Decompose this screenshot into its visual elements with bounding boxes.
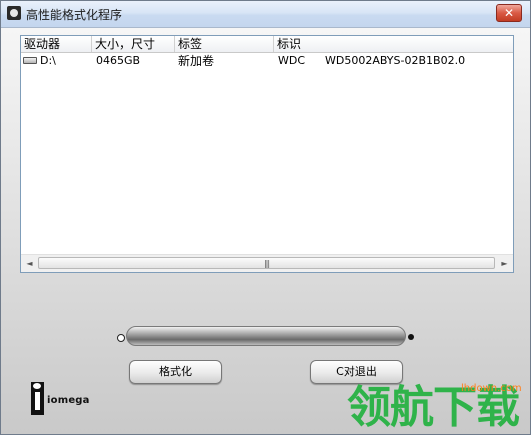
title-bar: 高性能格式化程序 ✕ [1,1,530,28]
drive-letter: D:\ [40,54,56,67]
scroll-left-arrow-icon[interactable]: ◄ [21,255,38,272]
logo-text: iomega [47,395,90,406]
column-header-drive[interactable]: 驱动器 [21,36,92,52]
drive-label: 新加卷 [178,54,215,68]
format-button[interactable]: 格式化 [129,360,222,384]
drive-size: 0465GB [96,54,141,67]
iomega-logo-mark-icon [31,382,44,415]
drive-model: WD5002ABYS-02B1B02.0 [325,54,466,67]
hard-drive-icon [23,57,37,64]
close-button[interactable]: ✕ [496,4,522,22]
list-item[interactable]: D:\ 0465GB 新加卷 WDC WD5002ABYS-02B1B02.0 [21,53,513,69]
window-title: 高性能格式化程序 [26,8,123,22]
progress-start-dot-icon [117,334,125,342]
exit-button[interactable]: C对退出 [310,360,403,384]
iomega-logo: iomega [31,382,116,416]
scroll-right-arrow-icon[interactable]: ► [496,255,513,272]
horizontal-scrollbar[interactable]: ◄ ||| ► [21,254,513,272]
list-header: 驱动器 大小，尺寸 标签 标识 [21,36,513,53]
format-progress-bar [126,326,406,346]
watermark-domain: lhdown.com [461,383,522,394]
app-icon [7,6,21,20]
scrollbar-thumb[interactable]: ||| [38,257,495,269]
column-header-id[interactable]: 标识 [274,36,513,52]
column-header-size[interactable]: 大小，尺寸 [92,36,175,52]
drive-vendor: WDC [278,54,306,67]
column-header-label[interactable]: 标签 [175,36,274,52]
progress-end-dot-icon [408,334,414,340]
app-window: 高性能格式化程序 ✕ 驱动器 大小，尺寸 标签 标识 D:\ 0465GB 新加… [0,0,531,435]
drive-list[interactable]: 驱动器 大小，尺寸 标签 标识 D:\ 0465GB 新加卷 WDC WD500… [20,35,514,273]
scrollbar-grip-icon: ||| [263,259,270,268]
